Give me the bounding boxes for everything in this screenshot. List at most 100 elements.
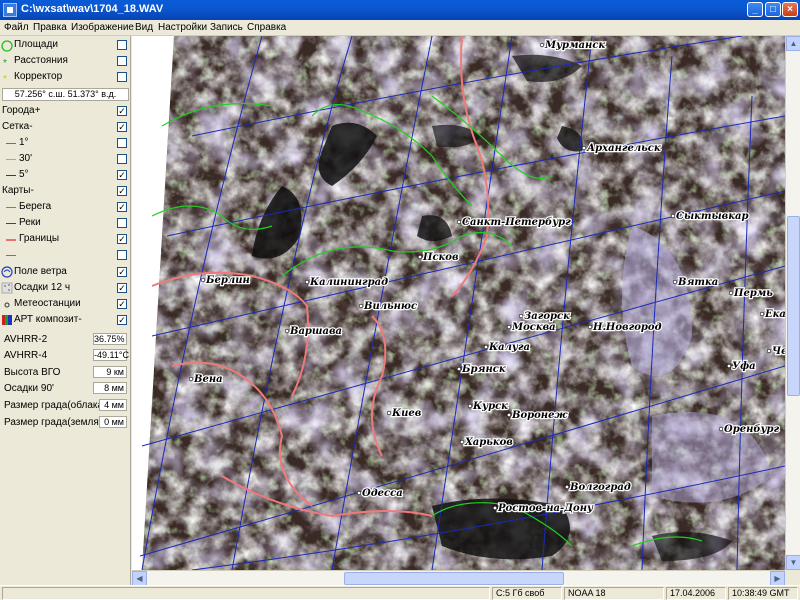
tool-row-distances[interactable]: * Расстояния xyxy=(0,54,131,69)
rivers-line-icon xyxy=(6,223,16,224)
maximize-button[interactable]: □ xyxy=(765,2,781,17)
status-disk: C:5 Гб своб xyxy=(492,587,562,600)
window-title: C:\wxsat\wav\1704_18.WAV xyxy=(21,3,164,15)
checkbox-rivers[interactable] xyxy=(117,218,127,228)
satellite-image[interactable]: Мурманск Архангельск Санкт-Петербург Сык… xyxy=(132,36,785,570)
horizontal-scroll-thumb[interactable] xyxy=(344,572,564,585)
wind-row[interactable]: Поле ветра ✓ xyxy=(0,265,131,280)
rivers-label: Реки xyxy=(19,217,41,228)
minimize-button[interactable]: _ xyxy=(747,2,763,17)
city-marker-icon xyxy=(718,426,724,432)
vertical-scroll-thumb[interactable] xyxy=(787,216,800,396)
checkbox-coasts[interactable]: ✓ xyxy=(117,202,127,212)
checkbox-wind[interactable]: ✓ xyxy=(117,267,127,277)
city-marker-icon xyxy=(587,324,593,330)
stations-label: Метеостанции xyxy=(14,298,81,309)
cities-row[interactable]: Города+ ✓ xyxy=(0,104,131,119)
city-marker-icon xyxy=(356,490,362,496)
grid-30min-line-icon xyxy=(6,159,16,160)
wind-icon xyxy=(1,266,13,278)
precip90-label: Осадки 90' xyxy=(4,383,54,394)
coasts-row[interactable]: Берега ✓ xyxy=(0,200,131,215)
grid-label: Сетка- xyxy=(2,121,33,132)
city-label: Пермь xyxy=(733,288,773,299)
menu-image[interactable]: Изображение xyxy=(71,22,134,33)
horizontal-scrollbar[interactable]: ◀ ▶ xyxy=(132,570,785,586)
checkbox-maps[interactable]: ✓ xyxy=(117,186,127,196)
checkbox-corrector[interactable] xyxy=(117,72,127,82)
scroll-left-arrow-icon[interactable]: ◀ xyxy=(132,571,147,586)
grid-30min-row[interactable]: 30' xyxy=(0,152,131,167)
svg-text:*: * xyxy=(3,58,7,67)
checkbox-extra-layer[interactable] xyxy=(117,250,127,260)
tool-row-corrector[interactable]: * Корректор xyxy=(0,70,131,85)
satellite-map-view[interactable]: Мурманск Архангельск Санкт-Петербург Сык… xyxy=(132,36,785,570)
maps-row[interactable]: Карты- ✓ xyxy=(0,184,131,199)
city-marker-icon xyxy=(766,348,772,354)
hail-ground-label: Размер града(земля) xyxy=(4,417,103,428)
city-label: Волгоград xyxy=(569,482,631,493)
scroll-down-arrow-icon[interactable]: ▼ xyxy=(786,555,800,570)
apt-row[interactable]: АРТ композит- ✓ xyxy=(0,313,131,328)
grid-row[interactable]: Сетка- ✓ xyxy=(0,120,131,135)
city-marker-icon xyxy=(492,505,498,511)
close-button[interactable]: × xyxy=(782,2,798,17)
checkbox-precip[interactable]: ✓ xyxy=(117,283,127,293)
city-label: Ека xyxy=(764,309,785,320)
checkbox-distances[interactable] xyxy=(117,56,127,66)
city-label: Харьков xyxy=(464,437,513,448)
city-label: Че xyxy=(772,346,785,357)
borders-row[interactable]: Границы ✓ xyxy=(0,232,131,247)
scroll-up-arrow-icon[interactable]: ▲ xyxy=(786,36,800,51)
menu-help[interactable]: Справка xyxy=(247,22,286,33)
maps-label: Карты- xyxy=(2,185,34,196)
menu-settings[interactable]: Настройки xyxy=(158,22,207,33)
city-label: Варшава xyxy=(289,326,342,337)
checkbox-grid-30min[interactable] xyxy=(117,154,127,164)
grid-1deg-row[interactable]: 1° xyxy=(0,136,131,151)
apt-icon xyxy=(2,315,12,325)
borders-line-icon xyxy=(6,239,16,241)
grid-5deg-line-icon xyxy=(6,175,16,176)
city-label: Калининград xyxy=(309,277,388,288)
hail-cloud-label: Размер града(облака) xyxy=(4,400,107,411)
checkbox-grid-5deg[interactable]: ✓ xyxy=(117,170,127,180)
menu-edit[interactable]: Правка xyxy=(33,22,67,33)
checkbox-areas[interactable] xyxy=(117,40,127,50)
distance-star-icon: * xyxy=(3,58,7,67)
checkbox-borders[interactable]: ✓ xyxy=(117,234,127,244)
cloud-top-row: Высота ВГО 9 км xyxy=(0,366,131,380)
city-label: Брянск xyxy=(461,364,506,375)
checkbox-apt[interactable]: ✓ xyxy=(117,315,127,325)
extra-layer-row[interactable] xyxy=(0,248,131,263)
svg-text:*: * xyxy=(3,74,7,83)
hail-cloud-value: 4 мм xyxy=(99,399,127,411)
stations-row[interactable]: Метеостанции ✓ xyxy=(0,297,131,312)
city-label: Псков xyxy=(422,252,459,263)
vertical-scrollbar[interactable]: ▲ ▼ xyxy=(785,36,800,570)
tool-label-corrector: Корректор xyxy=(14,71,63,82)
title-bar[interactable]: C:\wxsat\wav\1704_18.WAV _ □ × xyxy=(0,0,800,20)
checkbox-grid[interactable]: ✓ xyxy=(117,122,127,132)
city-label: Москва xyxy=(511,322,556,333)
checkbox-grid-1deg[interactable] xyxy=(117,138,127,148)
tool-row-areas[interactable]: Площади xyxy=(0,38,131,53)
city-label: Загорск xyxy=(524,311,570,322)
grid-5deg-row[interactable]: 5° ✓ xyxy=(0,168,131,183)
wind-label: Поле ветра xyxy=(14,266,67,277)
menu-view[interactable]: Вид xyxy=(135,22,153,33)
scroll-right-arrow-icon[interactable]: ▶ xyxy=(770,571,785,586)
menu-file[interactable]: Файл xyxy=(4,22,29,33)
city-label: Ростов-на-Дону xyxy=(497,503,594,514)
rivers-row[interactable]: Реки xyxy=(0,216,131,231)
menu-record[interactable]: Запись xyxy=(210,22,243,33)
city-marker-icon xyxy=(483,344,489,350)
checkbox-cities[interactable]: ✓ xyxy=(117,106,127,116)
precip-row[interactable]: Осадки 12 ч ✓ xyxy=(0,281,131,296)
cities-label: Города+ xyxy=(2,105,41,116)
menu-bar: Файл Правка Изображение Вид Настройки За… xyxy=(0,20,800,36)
checkbox-stations[interactable]: ✓ xyxy=(117,299,127,309)
grid-30min-label: 30' xyxy=(19,153,33,164)
coasts-line-icon xyxy=(6,207,16,208)
city-marker-icon xyxy=(539,42,545,48)
